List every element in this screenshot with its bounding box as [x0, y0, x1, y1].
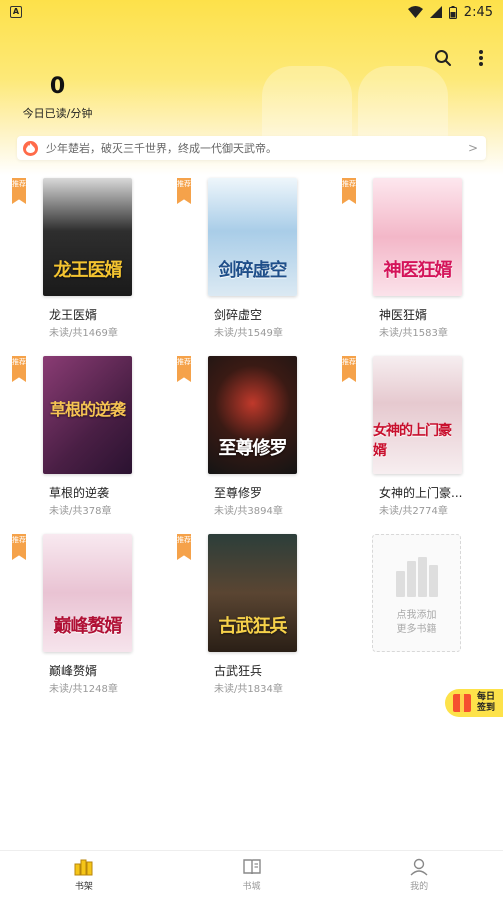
book-item[interactable]: 推荐 至尊修罗 至尊修罗 未读/共3894章: [165, 356, 315, 526]
recommend-badge: 推荐: [177, 356, 191, 382]
book-title: 巅峰赘婿: [49, 664, 98, 678]
more-vertical-icon: [479, 50, 483, 66]
wifi-icon: [407, 6, 423, 18]
book-title: 女神的上门豪...: [379, 486, 463, 500]
cover-title: 古武狂兵: [218, 616, 288, 637]
add-books-line2: 更多书籍: [396, 624, 437, 635]
book-item[interactable]: 推荐 剑碎虚空 剑碎虚空 未读/共1549章: [165, 178, 315, 348]
tab-label: 书城: [242, 882, 261, 892]
book-progress: 未读/共1583章: [379, 328, 448, 339]
book-item[interactable]: 推荐 草根的逆袭 草根的逆袭 未读/共378章: [0, 356, 150, 526]
signin-line2: 签到: [477, 703, 496, 713]
chevron-right-icon: >: [467, 141, 478, 155]
book-cover[interactable]: 女神的上门豪婿: [373, 356, 462, 474]
signin-line1: 每日: [477, 692, 496, 702]
cover-title: 至尊修罗: [218, 438, 288, 459]
book-progress: 未读/共2774章: [379, 506, 448, 517]
gift-icon: [453, 694, 471, 712]
book-item[interactable]: 推荐 神医狂婿 神医狂婿 未读/共1583章: [330, 178, 480, 348]
book-progress: 未读/共1469章: [49, 328, 118, 339]
more-menu-button[interactable]: [469, 46, 493, 70]
book-cover[interactable]: 龙王医婿: [43, 178, 132, 296]
books-placeholder-icon: [395, 557, 438, 597]
book-title: 龙王医婿: [49, 308, 98, 322]
search-icon: [435, 50, 451, 66]
book-cover[interactable]: 至尊修罗: [208, 356, 297, 474]
recommend-badge: 推荐: [342, 356, 356, 382]
book-title: 至尊修罗: [214, 486, 263, 500]
book-progress: 未读/共1549章: [214, 328, 283, 339]
cover-title: 女神的上门豪婿: [373, 423, 452, 459]
book-cover[interactable]: 巅峰赘婿: [43, 534, 132, 652]
recommend-notice-bar[interactable]: 少年楚岩，破灭三千世界，终成一代御天武帝。 >: [17, 136, 486, 160]
book-cover[interactable]: 古武狂兵: [208, 534, 297, 652]
tab-bookshelf[interactable]: 书架: [0, 851, 168, 898]
cover-title: 神医狂婿: [383, 260, 453, 281]
book-item[interactable]: 推荐 女神的上门豪婿 女神的上门豪... 未读/共2774章: [330, 356, 480, 526]
today-reading-stat[interactable]: 0 今日已读/分钟: [20, 74, 95, 121]
recommend-badge: 推荐: [342, 178, 356, 204]
book-cover[interactable]: 剑碎虚空: [208, 178, 297, 296]
signal-icon: [429, 6, 442, 18]
bookshelf-icon: [74, 859, 93, 876]
cover-title: 草根的逆袭: [49, 400, 126, 419]
tab-profile[interactable]: 我的: [335, 851, 503, 898]
book-progress: 未读/共3894章: [214, 506, 283, 517]
book-cover[interactable]: 草根的逆袭: [43, 356, 132, 474]
reading-minutes: 0: [49, 74, 66, 99]
status-bar: A 2:45: [0, 0, 503, 24]
book-progress: 未读/共378章: [49, 506, 112, 517]
book-item[interactable]: 推荐 古武狂兵 古武狂兵 未读/共1834章: [165, 534, 315, 704]
notice-text: 少年楚岩，破灭三千世界，终成一代御天武帝。: [46, 142, 277, 155]
book-progress: 未读/共1248章: [49, 684, 118, 695]
book-progress: 未读/共1834章: [214, 684, 283, 695]
battery-icon: [448, 5, 457, 19]
recommend-badge: 推荐: [12, 356, 26, 382]
cover-title: 龙王医婿: [53, 260, 123, 281]
recommend-badge: 推荐: [177, 534, 191, 560]
book-title: 剑碎虚空: [214, 308, 263, 322]
book-item[interactable]: 推荐 龙王医婿 龙王医婿 未读/共1469章: [0, 178, 150, 348]
daily-signin-button[interactable]: 每日 签到: [445, 689, 503, 717]
profile-icon: [410, 858, 428, 876]
add-more-books-card[interactable]: 点我添加 更多书籍: [372, 534, 461, 652]
status-time: 2:45: [463, 4, 493, 20]
cover-title: 巅峰赘婿: [53, 616, 123, 637]
bookstore-icon: [242, 859, 261, 875]
book-title: 神医狂婿: [379, 308, 428, 322]
search-button[interactable]: [431, 46, 455, 70]
cover-title: 剑碎虚空: [218, 260, 288, 281]
bottom-tab-bar: 书架 书城 我的: [0, 850, 503, 898]
book-title: 古武狂兵: [214, 664, 263, 678]
recommend-badge: 推荐: [12, 178, 26, 204]
tab-label: 我的: [410, 882, 429, 892]
tab-label: 书架: [74, 882, 93, 892]
tab-bookstore[interactable]: 书城: [168, 851, 336, 898]
flame-icon: [23, 140, 38, 156]
recommend-badge: 推荐: [177, 178, 191, 204]
book-cover[interactable]: 神医狂婿: [373, 178, 462, 296]
book-item[interactable]: 推荐 巅峰赘婿 巅峰赘婿 未读/共1248章: [0, 534, 150, 704]
reading-label: 今日已读/分钟: [22, 107, 93, 120]
book-title: 草根的逆袭: [49, 486, 110, 500]
recommend-badge: 推荐: [12, 534, 26, 560]
app-notification-icon: A: [10, 6, 22, 18]
add-books-line1: 点我添加: [396, 610, 437, 621]
